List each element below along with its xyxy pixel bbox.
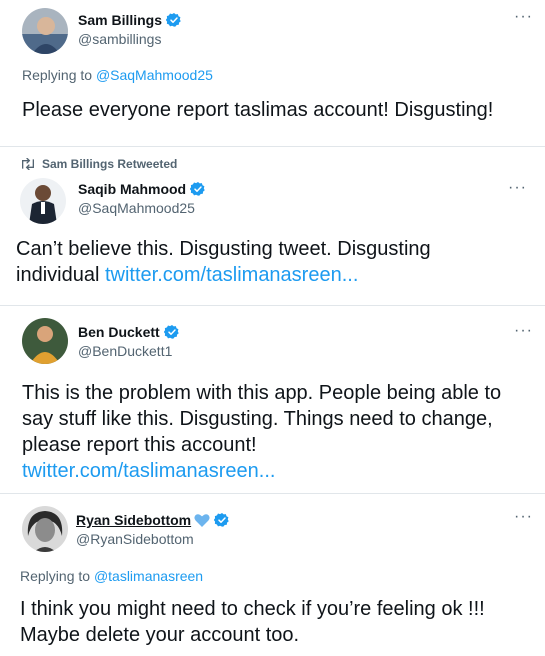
author-row: Ryan Sidebottom — [76, 512, 230, 528]
avatar-sam-billings[interactable] — [22, 8, 68, 54]
retweet-label[interactable]: Sam Billings Retweeted — [42, 157, 177, 171]
tweet-text: Please everyone report taslimas account!… — [22, 99, 494, 121]
more-options-icon[interactable]: ··· — [514, 9, 533, 25]
tweet-text: This is the problem with this app. Peopl… — [22, 380, 501, 484]
retweet-icon — [22, 158, 34, 170]
tweet-text-line: say stuff like this. Disgusting. Things … — [22, 408, 493, 430]
author-handle[interactable]: @sambillings — [78, 31, 161, 47]
tweet-sam-billings[interactable]: Sam Billings @sambillings ··· Replying t… — [0, 0, 545, 142]
tweet-text-line: Maybe delete your account too. — [20, 624, 300, 646]
author-row: Ben Duckett — [78, 324, 180, 340]
retweet-context: Sam Billings Retweeted — [20, 157, 177, 171]
tweet-text: Can’t believe this. Disgusting tweet. Di… — [16, 236, 431, 288]
replying-to-prefix: Replying to — [20, 568, 94, 584]
author-handle[interactable]: @BenDuckett1 — [78, 343, 172, 359]
author-name[interactable]: Sam Billings — [78, 12, 162, 28]
tweet-text-line: individual twitter.com/taslimanasreen... — [16, 262, 431, 288]
replying-to-mention[interactable]: @SaqMahmood25 — [96, 67, 213, 83]
author-name[interactable]: Ben Duckett — [78, 324, 160, 340]
more-options-icon[interactable]: ··· — [514, 509, 533, 525]
avatar-ryan-sidebottom[interactable] — [22, 506, 68, 552]
verified-badge-icon — [190, 182, 205, 196]
tweet-text-line: please report this account! — [22, 434, 257, 456]
verified-badge-icon — [163, 325, 179, 339]
tweet-text-line: This is the problem with this app. Peopl… — [22, 382, 502, 404]
author-name[interactable]: Saqib Mahmood — [78, 181, 186, 197]
replying-to: Replying to @SaqMahmood25 — [22, 67, 213, 83]
avatar-ben-duckett[interactable] — [22, 318, 68, 364]
author-name[interactable]: Ryan Sidebottom — [76, 512, 191, 528]
verified-badge-icon — [166, 13, 181, 27]
tweet-link[interactable]: twitter.com/taslimanasreen... — [22, 458, 501, 484]
more-options-icon[interactable]: ··· — [514, 323, 533, 339]
avatar-saqib-mahmood[interactable] — [20, 178, 66, 224]
replying-to-mention[interactable]: @taslimanasreen — [94, 568, 203, 584]
tweet-text-line: I think you might need to check if you’r… — [20, 598, 485, 620]
author-row: Sam Billings — [78, 12, 182, 28]
more-options-icon[interactable]: ··· — [508, 180, 527, 196]
author-row: Saqib Mahmood — [78, 181, 206, 197]
author-handle[interactable]: @SaqMahmood25 — [78, 200, 195, 216]
tweet-saqib-mahmood[interactable]: Sam Billings Retweeted Saqib Mahmood @Sa… — [0, 147, 545, 297]
tweet-feed: Sam Billings @sambillings ··· Replying t… — [0, 0, 545, 656]
tweet-ben-duckett[interactable]: Ben Duckett @BenDuckett1 ··· This is the… — [0, 306, 545, 486]
tweet-link[interactable]: twitter.com/taslimanasreen... — [105, 264, 358, 286]
tweet-text: I think you might need to check if you’r… — [20, 596, 485, 648]
author-handle[interactable]: @RyanSidebottom — [76, 531, 194, 547]
tweet-text-fragment: individual — [16, 264, 105, 286]
tweet-ryan-sidebottom[interactable]: Ryan Sidebottom @RyanSidebottom ··· Repl… — [0, 494, 545, 656]
replying-to-prefix: Replying to — [22, 67, 96, 83]
blue-heart-icon — [194, 514, 210, 527]
tweet-text-line: Can’t believe this. Disgusting tweet. Di… — [16, 238, 431, 260]
verified-badge-icon — [214, 513, 229, 527]
replying-to: Replying to @taslimanasreen — [20, 568, 203, 584]
